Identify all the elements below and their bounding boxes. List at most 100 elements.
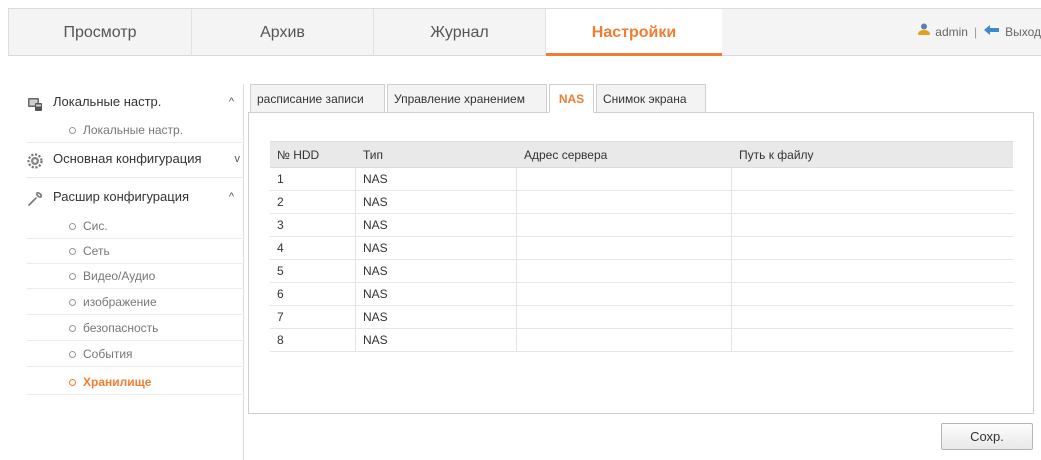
cell-type: NAS [363,287,388,301]
column-header-server-address: Адрес сервера [524,148,608,162]
save-button[interactable]: Сохр. [941,423,1033,450]
sidebar-item-image[interactable]: изображение [27,290,244,315]
cell-type: NAS [363,241,388,255]
user-separator: | [973,25,978,39]
sidebar-section-label: Расшир конфигурация [53,189,190,204]
table-row: 6 NAS [270,283,1013,306]
cell-hdd-no: 8 [277,333,284,347]
cell-type: NAS [363,264,388,278]
sidebar-divider [27,177,244,178]
sidebar-section-label: Основная конфигурация [53,151,202,166]
column-divider [516,191,517,213]
table-header: № HDD Тип Адрес сервера Путь к файлу [270,141,1013,168]
nas-settings-panel: № HDD Тип Адрес сервера Путь к файлу 1 NA… [248,112,1034,414]
nav-tab-configuration[interactable]: Настройки [546,9,722,56]
tab-nas[interactable]: NAS [549,84,594,113]
table-row: 4 NAS [270,237,1013,260]
collapse-caret-icon[interactable]: ^ [229,88,234,116]
cell-hdd-no: 2 [277,195,284,209]
sidebar-item-events[interactable]: События [27,342,244,367]
sidebar-item-security[interactable]: безопасность [27,316,244,341]
table-row: 1 NAS [270,168,1013,191]
cell-hdd-no: 1 [277,172,284,186]
sidebar-section-local[interactable]: Локальные настр. ^ [27,88,244,116]
sidebar: Локальные настр. ^ Локальные настр. Осно… [27,84,244,460]
username[interactable]: admin [935,9,968,56]
column-divider [516,168,517,190]
column-divider [731,168,732,190]
sidebar-item-storage[interactable]: Хранилище [27,370,244,395]
tab-storage-management[interactable]: Управление хранением [387,84,547,113]
column-header-type: Тип [363,148,384,162]
cell-type: NAS [363,195,388,209]
sidebar-item-network[interactable]: Сеть [27,239,244,264]
sidebar-section-label: Локальные настр. [53,94,162,109]
bullet-icon [69,325,76,332]
tab-snapshot[interactable]: Снимок экрана [596,84,706,113]
sidebar-item-label: Сис. [83,219,108,233]
column-divider [731,283,732,305]
bullet-icon [69,299,76,306]
column-divider [355,168,356,190]
bullet-icon [69,223,76,230]
column-divider [355,306,356,328]
sidebar-item-label: безопасность [83,321,159,335]
column-divider [516,329,517,351]
gear-icon [27,151,43,169]
sidebar-item-system[interactable]: Сис. [27,214,244,239]
column-divider [355,191,356,213]
logout-icon[interactable] [983,9,1001,56]
table-row: 3 NAS [270,214,1013,237]
cell-hdd-no: 3 [277,218,284,232]
table-row: 8 NAS [270,329,1013,352]
table-row: 2 NAS [270,191,1013,214]
table-row: 5 NAS [270,260,1013,283]
sidebar-item-video-audio[interactable]: Видео/Аудио [27,264,244,289]
top-nav-bar: Просмотр Архив Журнал Настройки admin | … [8,8,1041,56]
cell-hdd-no: 6 [277,287,284,301]
column-divider [355,237,356,259]
logout-link[interactable]: Выход [1005,9,1041,56]
bullet-icon [69,248,76,255]
column-header-hdd-no: № HDD [277,148,320,162]
wrench-icon [27,189,43,206]
bullet-icon [69,273,76,280]
sidebar-section-advanced[interactable]: Расшир конфигурация ^ [27,183,244,211]
column-divider [516,283,517,305]
sidebar-item-label: Видео/Аудио [83,269,156,283]
table-row: 7 NAS [270,306,1013,329]
sidebar-item-label: Локальные настр. [83,123,184,137]
expand-caret-icon[interactable]: v [235,145,241,173]
nas-table: № HDD Тип Адрес сервера Путь к файлу 1 NA… [270,141,1013,352]
column-divider [731,214,732,236]
bullet-icon [69,351,76,358]
column-divider [731,306,732,328]
column-divider [355,260,356,282]
sidebar-item-label: Хранилище [83,375,152,389]
monitor-icon [27,94,43,111]
cell-hdd-no: 4 [277,241,284,255]
sidebar-item-local-config[interactable]: Локальные настр. [27,118,244,143]
collapse-caret-icon[interactable]: ^ [229,183,234,211]
sidebar-item-label: Сеть [83,244,110,258]
sidebar-section-basic[interactable]: Основная конфигурация v [27,145,244,173]
bullet-icon [69,379,76,386]
cell-hdd-no: 7 [277,310,284,324]
nav-tab-playback[interactable]: Архив [192,9,374,56]
bullet-icon [69,127,76,134]
cell-type: NAS [363,172,388,186]
column-divider [516,260,517,282]
user-icon [917,9,931,56]
column-divider [516,214,517,236]
column-divider [355,329,356,351]
nav-tab-log[interactable]: Журнал [374,9,546,56]
column-header-file-path: Путь к файлу [739,148,814,162]
nav-tab-live-view[interactable]: Просмотр [9,9,192,56]
sidebar-item-label: События [83,347,133,361]
cell-type: NAS [363,218,388,232]
cell-hdd-no: 5 [277,264,284,278]
table-body: 1 NAS 2 NAS 3 NAS 4 NAS 5 NAS 6 NAS 7 NAS 8 NAS [270,168,1013,352]
user-area: admin | Выход [917,9,1041,56]
tab-record-schedule[interactable]: расписание записи [250,84,385,113]
column-divider [731,260,732,282]
